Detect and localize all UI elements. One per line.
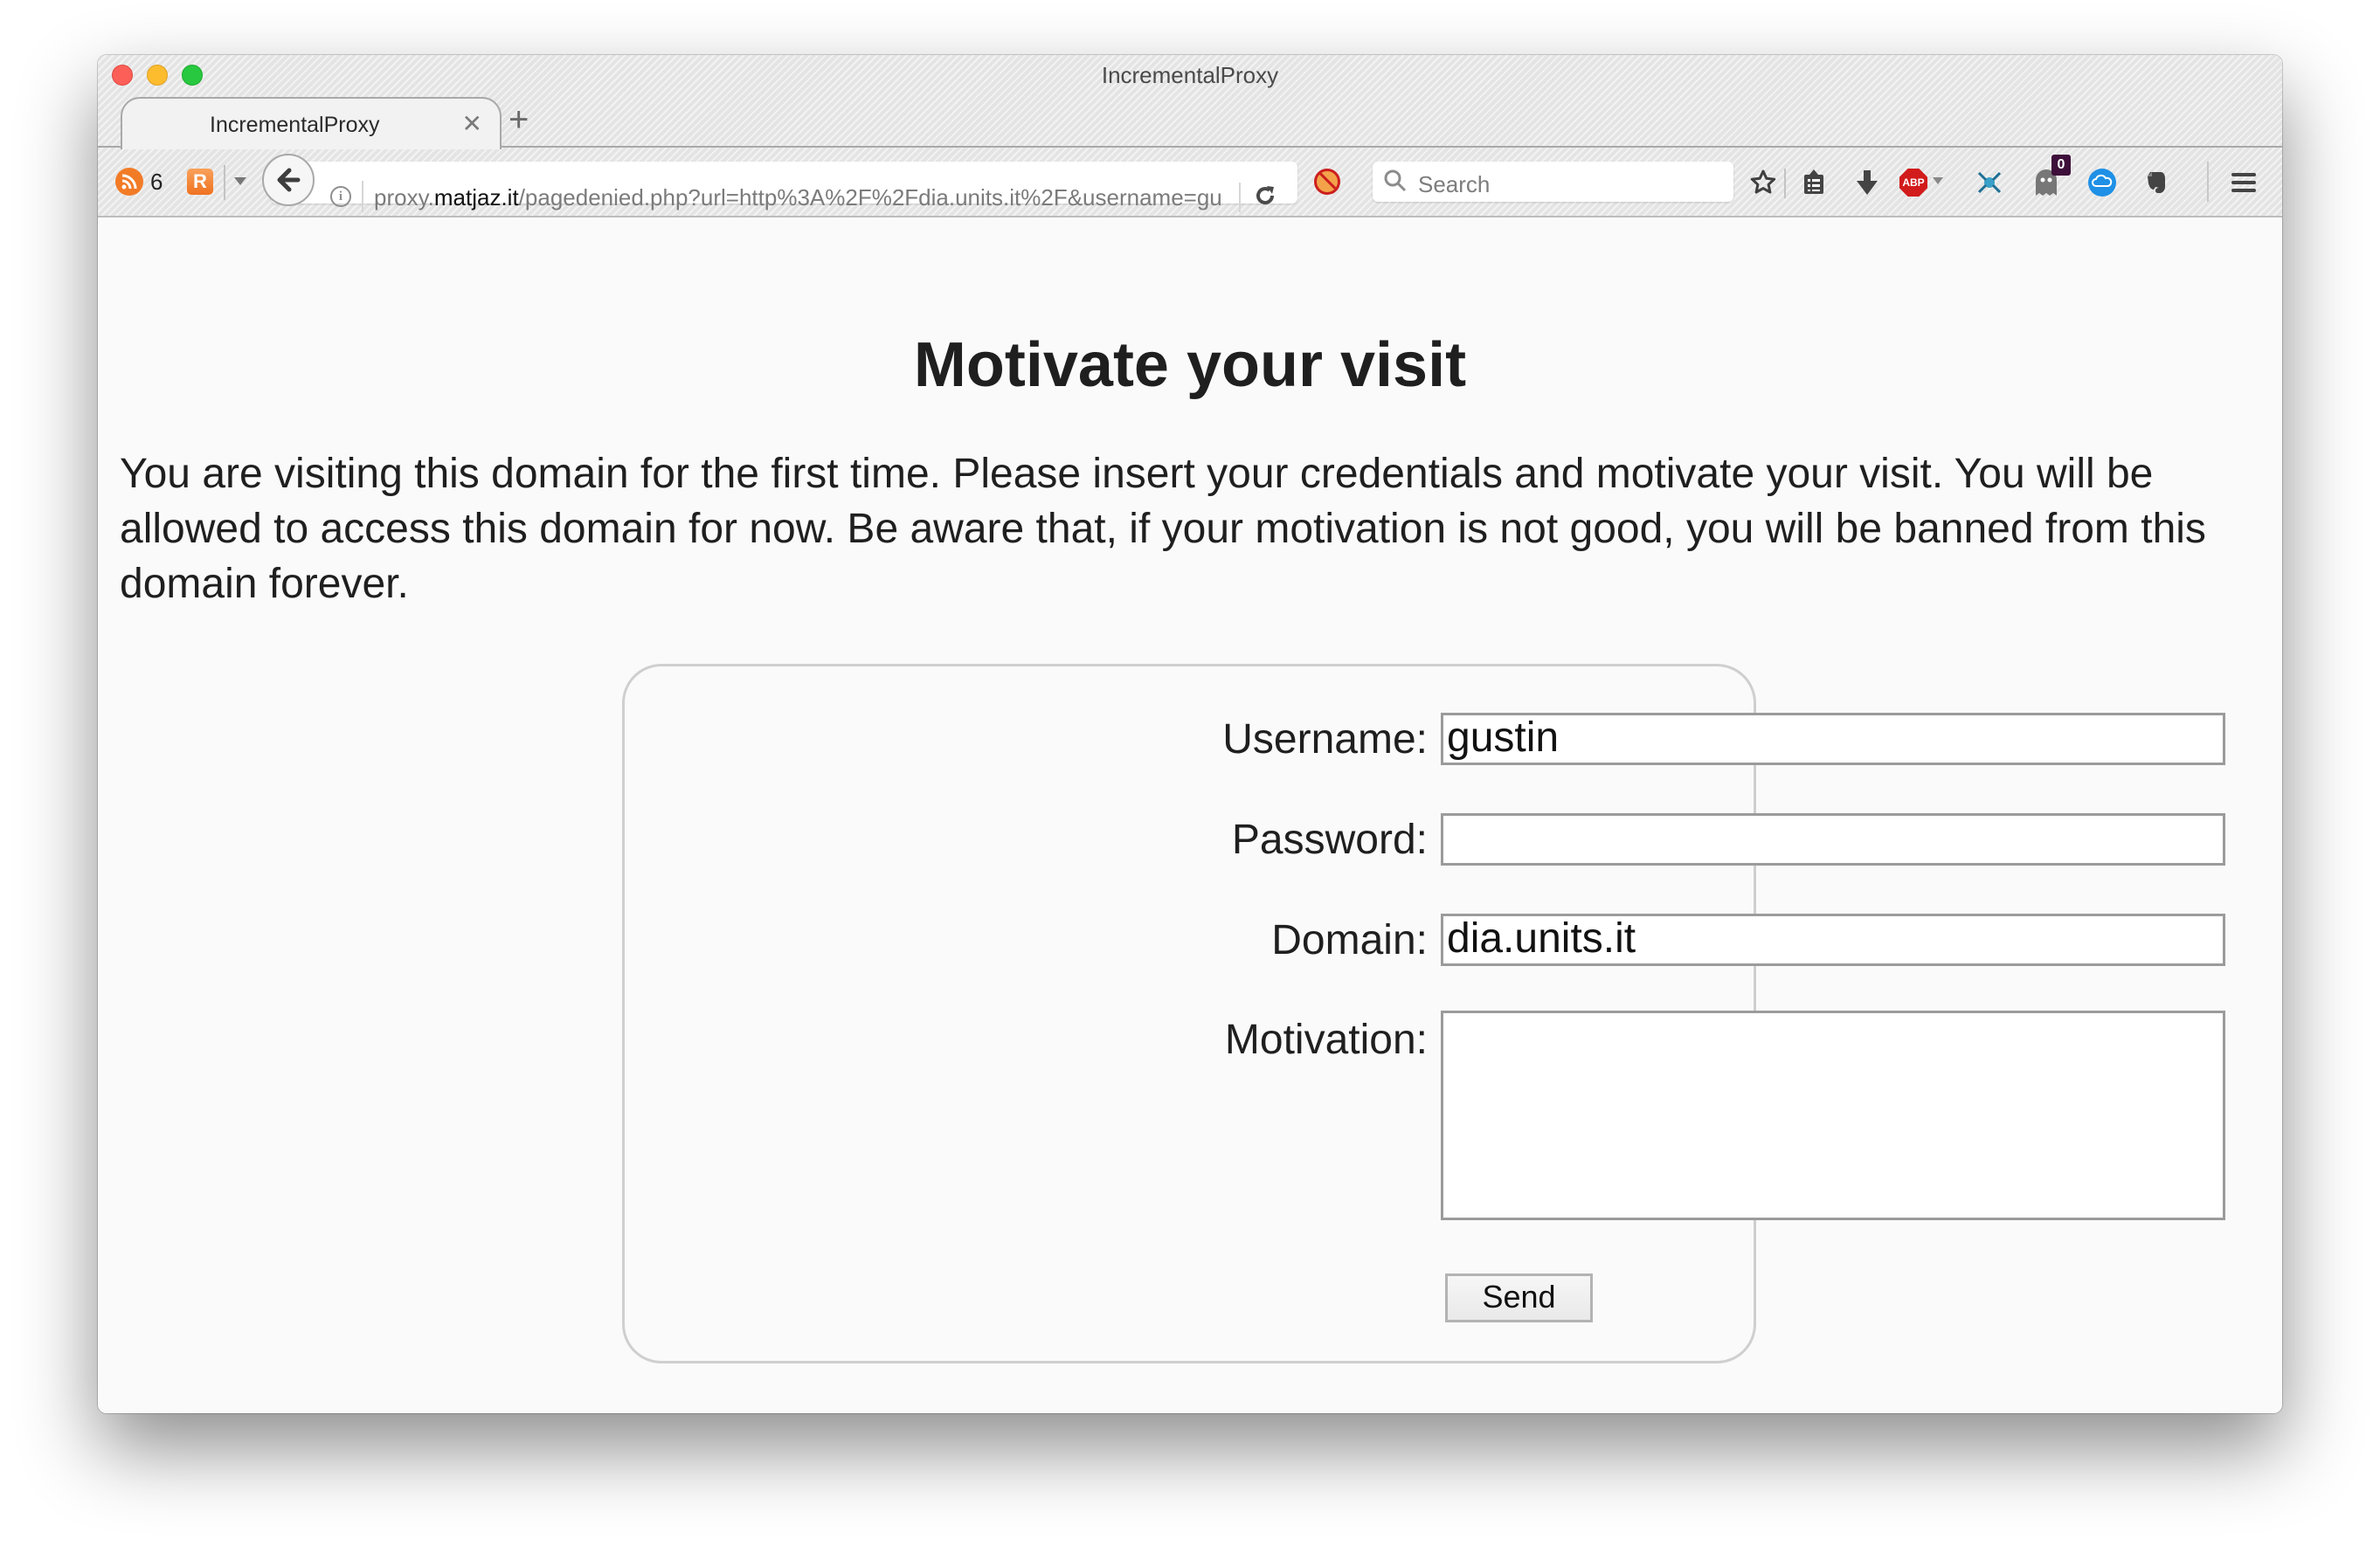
dropdown-arrow-icon[interactable] (234, 177, 246, 185)
cloud-extension-icon[interactable] (2085, 165, 2120, 200)
url-path: /pagedenied.php?url=http%3A%2F%2Fdia.uni… (518, 184, 1222, 211)
page-content: Motivate your visit You are visiting thi… (98, 217, 2282, 1413)
intro-paragraph: You are visiting this domain for the fir… (120, 451, 2206, 607)
rss-icon[interactable] (115, 168, 143, 196)
new-tab-button[interactable]: + (509, 100, 529, 140)
domain-field[interactable]: dia.units.it (1441, 914, 2225, 966)
cloud-circle (2088, 169, 2116, 197)
r-extension-icon[interactable]: R (187, 169, 213, 195)
rss-count: 6 (150, 169, 163, 195)
blocked-extension-icon[interactable] (1314, 169, 1340, 195)
url-prefix: proxy. (374, 184, 434, 211)
url-separator (362, 181, 363, 212)
tab-label: IncrementalProxy (210, 113, 380, 137)
bookmark-star-icon[interactable] (1746, 165, 1781, 200)
url-separator-right (1239, 183, 1241, 212)
reload-icon[interactable] (1253, 183, 1277, 215)
navigation-toolbar: 6 R i proxy.matjaz.it/pagedenied.php?url… (98, 148, 2282, 216)
browser-chrome: IncrementalProxy IncrementalProxy ✕ + 6 … (98, 55, 2282, 217)
window-title: IncrementalProxy (1101, 62, 1279, 88)
toolbar-separator (1784, 169, 1786, 198)
tab-incrementalproxy[interactable]: IncrementalProxy ✕ (121, 97, 502, 149)
motivation-label: Motivation: (1224, 1017, 1428, 1063)
download-icon[interactable] (1850, 165, 1885, 200)
toolbar-separator (2207, 162, 2209, 202)
page-title: Motivate your visit (913, 330, 1467, 400)
search-icon (1384, 169, 1407, 192)
url-bar[interactable]: i proxy.matjaz.it/pagedenied.php?url=htt… (271, 162, 1297, 212)
domain-label: Domain: (1271, 917, 1428, 963)
password-label: Password: (1231, 817, 1428, 863)
browser-window: IncrementalProxy IncrementalProxy ✕ + 6 … (98, 55, 2282, 1413)
adblock-plus-icon[interactable]: ABP (1896, 165, 1931, 200)
info-icon[interactable]: i (330, 186, 351, 207)
send-button[interactable]: Send (1445, 1273, 1593, 1322)
password-field[interactable] (1441, 813, 2225, 866)
url-host: matjaz.it (433, 184, 519, 211)
username-label: Username: (1222, 716, 1428, 763)
url-text[interactable]: proxy.matjaz.it/pagedenied.php?url=http%… (374, 184, 1222, 211)
ghostery-badge: 0 (2051, 155, 2071, 176)
toolbar-separator (224, 165, 225, 200)
motivation-textarea[interactable] (1441, 1011, 2225, 1220)
network-extension-icon[interactable] (1972, 165, 2007, 200)
tab-close-icon[interactable]: ✕ (462, 109, 482, 138)
evernote-icon[interactable] (2139, 165, 2174, 200)
abp-label: ABP (1899, 169, 1927, 197)
search-input[interactable]: Search (1373, 162, 1733, 202)
hamburger-menu-icon[interactable] (2226, 165, 2261, 200)
motivation-form: Username: gustin Password: Domain: dia.u… (622, 664, 2225, 1363)
abp-dropdown-icon[interactable] (1933, 177, 1943, 184)
back-button[interactable] (262, 154, 315, 206)
reading-list-icon[interactable] (1796, 165, 1831, 200)
username-field[interactable]: gustin (1441, 713, 2225, 765)
search-placeholder: Search (1418, 171, 1491, 197)
back-icon (277, 168, 301, 192)
